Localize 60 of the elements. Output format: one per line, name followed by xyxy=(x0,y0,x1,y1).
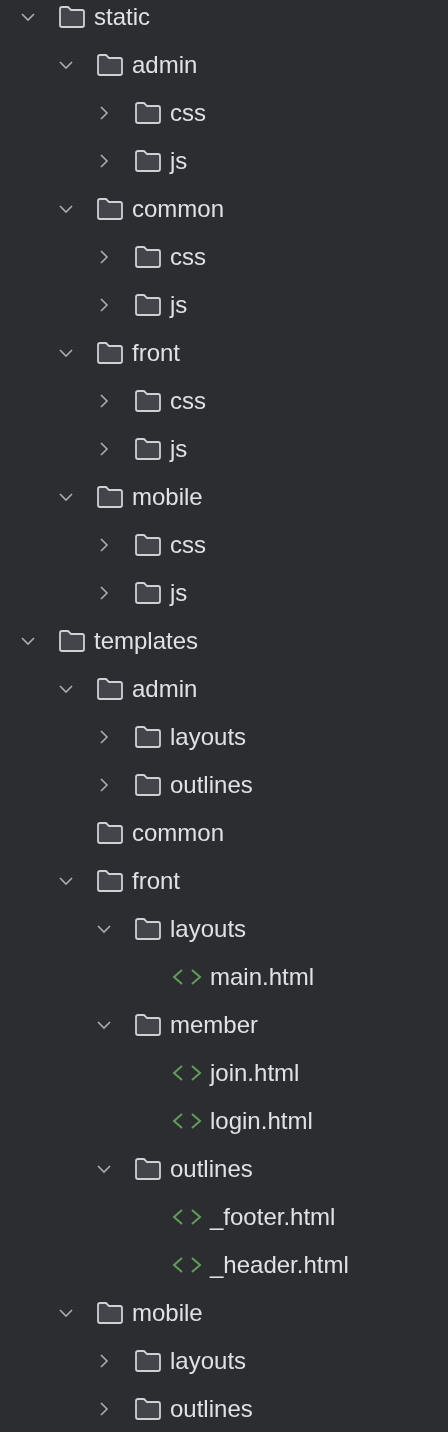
folder-icon xyxy=(134,1397,162,1421)
tree-item-label[interactable]: main.html xyxy=(210,963,315,991)
folder-icon xyxy=(134,149,162,173)
tree-item-label[interactable]: layouts xyxy=(170,915,247,943)
tree-item-label[interactable]: css xyxy=(170,387,206,415)
code-file-icon xyxy=(172,1207,202,1227)
folder-icon xyxy=(96,197,124,221)
tree-item-label[interactable]: login.html xyxy=(210,1107,313,1135)
folder-icon xyxy=(134,725,162,749)
folder-icon xyxy=(134,1013,162,1037)
folder-icon xyxy=(134,389,162,413)
code-file-icon xyxy=(172,1111,202,1131)
tree-item-label[interactable]: templates xyxy=(94,627,199,655)
tree-item-label[interactable]: _footer.html xyxy=(210,1203,336,1231)
tree-item-label[interactable]: admin xyxy=(132,675,198,703)
folder-icon xyxy=(134,533,162,557)
tree-item-label[interactable]: layouts xyxy=(170,1347,247,1375)
tree-item-label[interactable]: common xyxy=(132,819,225,847)
tree-item-label[interactable]: mobile xyxy=(132,483,203,511)
tree-item-label[interactable]: common xyxy=(132,195,225,223)
folder-icon xyxy=(134,245,162,269)
tree-item-label[interactable]: mobile xyxy=(132,1299,203,1327)
tree-item-label[interactable]: outlines xyxy=(170,771,253,799)
folder-icon xyxy=(96,485,124,509)
folder-icon xyxy=(96,1301,124,1325)
folder-icon xyxy=(96,341,124,365)
tree-item-label[interactable]: _header.html xyxy=(210,1251,349,1279)
tree-item-label[interactable]: admin xyxy=(132,51,198,79)
tree-item-label[interactable]: css xyxy=(170,243,206,271)
tree-item-label[interactable]: css xyxy=(170,531,206,559)
code-file-icon xyxy=(172,967,202,987)
tree-item-label[interactable]: front xyxy=(132,339,181,367)
code-file-icon xyxy=(172,1255,202,1275)
folder-icon xyxy=(96,821,124,845)
folder-icon xyxy=(134,773,162,797)
tree-item-label[interactable]: outlines xyxy=(170,1395,253,1423)
tree-item-label[interactable]: outlines xyxy=(170,1155,253,1183)
tree-item-label[interactable]: join.html xyxy=(210,1059,300,1087)
tree-item-label[interactable]: js xyxy=(170,435,188,463)
folder-icon xyxy=(134,293,162,317)
folder-icon xyxy=(58,5,86,29)
folder-icon xyxy=(96,677,124,701)
folder-icon xyxy=(134,1349,162,1373)
folder-icon xyxy=(58,629,86,653)
tree-item-label[interactable]: front xyxy=(132,867,181,895)
tree-item-label[interactable]: layouts xyxy=(170,723,247,751)
tree-item-label[interactable]: css xyxy=(170,99,206,127)
code-file-icon xyxy=(172,1063,202,1083)
tree-item-label[interactable]: js xyxy=(170,147,188,175)
tree-item-label[interactable]: js xyxy=(170,291,188,319)
folder-icon xyxy=(134,437,162,461)
folder-icon xyxy=(134,917,162,941)
folder-icon xyxy=(134,101,162,125)
folder-icon xyxy=(96,53,124,77)
tree-item-label[interactable]: static xyxy=(94,3,150,31)
folder-icon xyxy=(134,581,162,605)
folder-icon xyxy=(134,1157,162,1181)
tree-item-label[interactable]: member xyxy=(170,1011,259,1039)
folder-icon xyxy=(96,869,124,893)
tree-item-label[interactable]: js xyxy=(170,579,188,607)
